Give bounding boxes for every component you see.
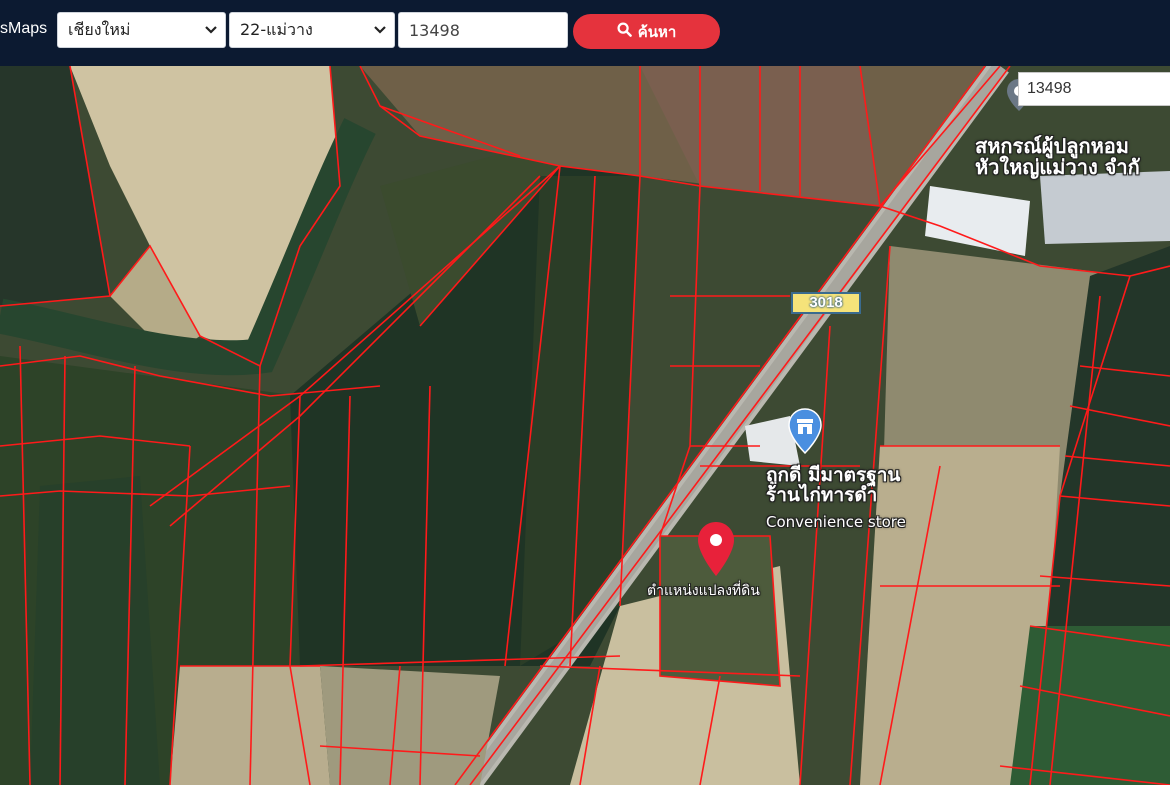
parcel-number-input[interactable]: [398, 12, 568, 48]
shop-icon[interactable]: [787, 408, 823, 458]
store-label-thai: ถูกดี มีมาตรฐาน ร้านไก่ทารดำ: [766, 464, 901, 506]
store-category-label: Convenience store: [766, 513, 906, 531]
brand-logo-text: sMaps: [0, 20, 48, 37]
search-button-label: ค้นหา: [637, 22, 677, 41]
map-search-box[interactable]: 13498: [1018, 72, 1170, 106]
road-number-badge: 3018: [791, 292, 861, 314]
coop-label[interactable]: สหกรณ์ผู้ปลูกหอม หัวใหญ่แม่วาง จำกั: [975, 136, 1140, 178]
map-search-value: 13498: [1027, 80, 1072, 97]
top-bar: sMaps เชียงใหม่ 22-แม่วาง ค้นหา: [0, 0, 1170, 66]
district-select-value: 22-แม่วาง: [240, 19, 313, 39]
chevron-down-icon: [374, 25, 386, 35]
parcel-location-label: ตำแหน่งแปลงที่ดิน: [647, 583, 760, 599]
magnifier-icon: [617, 22, 632, 41]
search-button[interactable]: ค้นหา: [573, 14, 720, 49]
satellite-map[interactable]: 13498 สหกรณ์ผู้ปลูกหอม หัวใหญ่แม่วาง จำก…: [0, 66, 1170, 785]
district-select[interactable]: 22-แม่วาง: [229, 12, 395, 48]
province-select[interactable]: เชียงใหม่: [57, 12, 226, 48]
store-label[interactable]: ถูกดี มีมาตรฐาน ร้านไก่ทารดำ: [766, 464, 901, 506]
location-pin-icon[interactable]: [696, 521, 736, 581]
chevron-down-icon: [205, 25, 217, 35]
province-select-value: เชียงใหม่: [68, 19, 131, 39]
coop-label-text: สหกรณ์ผู้ปลูกหอม หัวใหญ่แม่วาง จำกั: [975, 134, 1140, 179]
